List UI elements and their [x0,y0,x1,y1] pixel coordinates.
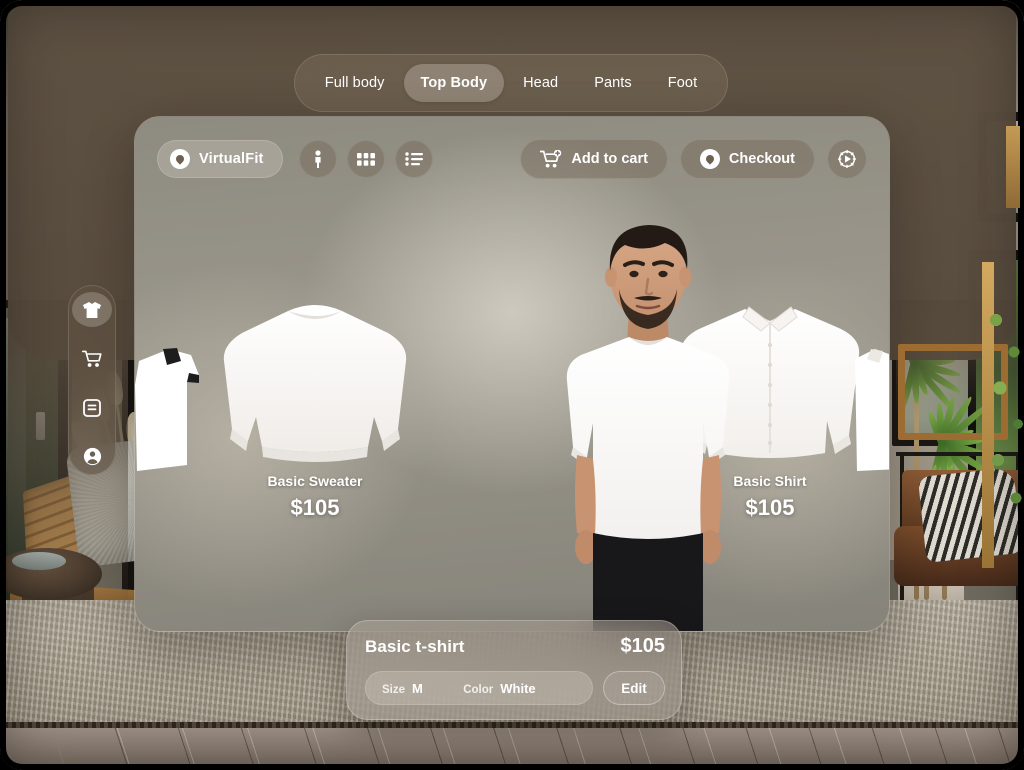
tab-full-body[interactable]: Full body [308,64,402,102]
sidebar-item-cart[interactable] [72,341,112,376]
color-attribute: Color White [463,681,535,696]
outdoor-foliage [984,300,1024,540]
size-value: M [412,680,423,696]
sweater-image [223,305,407,462]
account-icon [83,447,102,466]
wood-floor [0,728,1024,770]
add-to-cart-button[interactable]: Add to cart [520,139,668,179]
list-icon [404,152,423,166]
size-attribute: Size M [382,681,423,696]
brand-label: VirtualFit [199,151,264,167]
product-options-row: Size M Color White Edit [365,671,665,705]
tab-top-body[interactable]: Top Body [403,64,505,102]
tab-head[interactable]: Head [506,64,575,102]
checkout-button[interactable]: Checkout [679,139,815,179]
circle-logo-icon [170,149,190,169]
sidebar-item-account[interactable] [72,439,112,474]
body-part-tabbar: Full body Top Body Head Pants Foot [294,54,728,112]
product-price: $105 [620,635,666,657]
gear-icon [837,149,857,169]
garment-card-sweater[interactable]: Basic Sweater $105 [210,297,420,521]
product-attributes[interactable]: Size M Color White [365,671,593,705]
edge-garment-left[interactable] [134,345,203,475]
app-screenshot: Full body Top Body Head Pants Foot Basic… [0,0,1024,770]
cart-icon [82,350,102,368]
garment-price: $105 [290,495,340,520]
panel-toolbar: VirtualFit Add to cart Checkout [135,117,889,201]
avatar-model[interactable] [533,203,763,631]
product-header: Basic t-shirt $105 [365,635,665,658]
circle-logo-icon [699,149,720,169]
tab-foot[interactable]: Foot [651,64,714,102]
left-sidebar [68,285,116,475]
list-view-button[interactable] [394,140,433,178]
grid-view-button[interactable] [346,140,385,178]
edit-button[interactable]: Edit [603,671,665,705]
virtual-fitting-panel: Basic Sweater $105 Basic Shirt $105 Virt… [134,116,890,632]
product-title: Basic t-shirt [365,636,465,656]
person-icon [314,150,321,168]
add-to-cart-label: Add to cart [571,151,648,167]
color-label: Color [463,683,494,696]
brand-button[interactable]: VirtualFit [157,140,283,178]
document-icon [83,398,101,417]
size-label: Size [382,683,406,696]
avatar-view-button[interactable] [298,140,337,178]
settings-button[interactable] [827,139,867,179]
cart-plus-icon [540,149,562,167]
model-image [566,225,730,631]
edge-garment-right[interactable] [853,345,890,475]
garment-name: Basic Sweater [267,473,363,489]
selected-product-card: Basic t-shirt $105 Size M Color White Ed… [346,620,682,720]
sidebar-item-orders[interactable] [72,390,112,425]
grid-icon [356,152,375,166]
sidebar-item-wardrobe[interactable] [72,292,112,327]
checkout-label: Checkout [728,151,795,167]
color-value: White [500,680,536,696]
tab-pants[interactable]: Pants [577,64,649,102]
tshirt-icon [82,301,102,319]
